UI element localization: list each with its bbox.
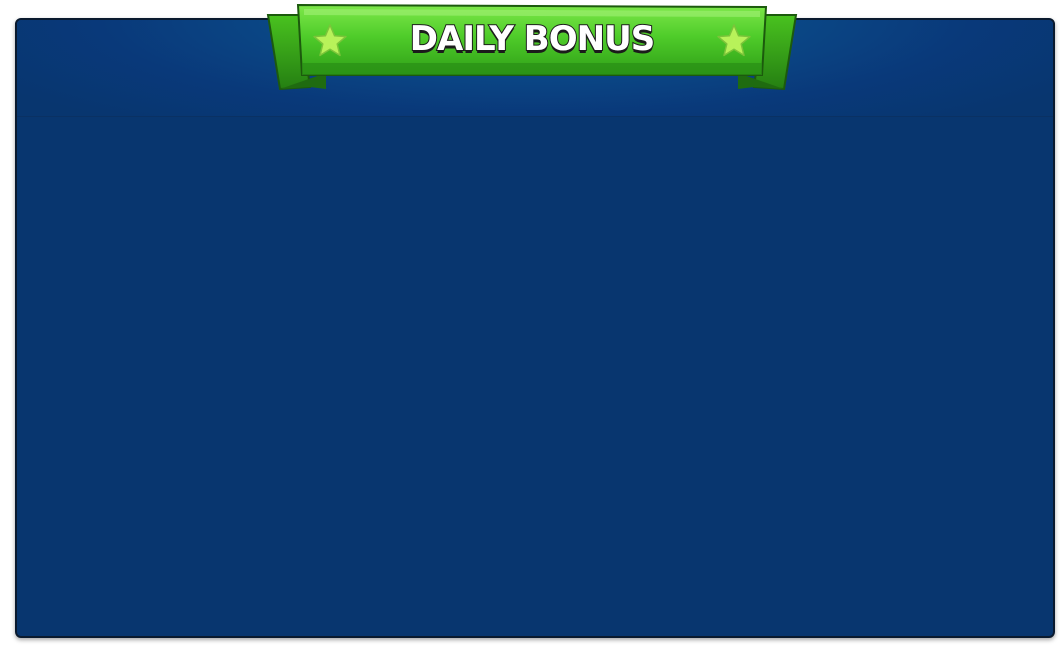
daily-bonus-screen: DAILY BONUS xyxy=(0,0,1064,655)
star-icon xyxy=(312,23,348,59)
star-icon xyxy=(716,23,752,59)
title-ribbon: DAILY BONUS xyxy=(266,3,798,91)
daily-bonus-panel xyxy=(15,18,1055,638)
dialog-title: DAILY BONUS xyxy=(409,18,656,60)
